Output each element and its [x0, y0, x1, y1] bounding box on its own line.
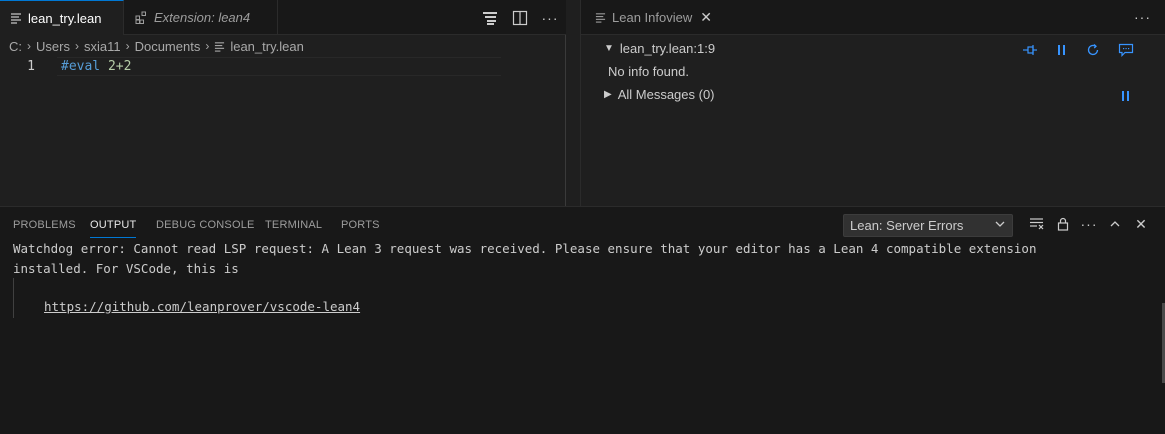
- all-messages-label: All Messages (0): [617, 87, 715, 102]
- infoview-tab-bar: Lean Infoview ✕ ···: [581, 0, 1165, 35]
- tab-label: Lean Infoview: [612, 10, 693, 25]
- triangle-right-icon: ▶: [604, 89, 612, 100]
- tab-label: Extension: lean4: [154, 10, 251, 25]
- chevron-right-icon: ›: [74, 39, 79, 53]
- code-line[interactable]: 1 #eval 2+2: [0, 57, 566, 76]
- goal-location: lean_try.lean:1:9: [619, 41, 716, 56]
- breadcrumb-item[interactable]: C:: [9, 39, 22, 54]
- tab-terminal[interactable]: TERMINAL: [265, 207, 322, 242]
- editor-group: lean_try.lean Extension: lean4 ··· C: › …: [0, 0, 566, 206]
- editor-tab-bar: lean_try.lean Extension: lean4 ···: [0, 0, 566, 35]
- pin-icon[interactable]: [1021, 41, 1039, 59]
- indent-guide: [13, 278, 14, 318]
- bottom-panel: PROBLEMS OUTPUT DEBUG CONSOLE TERMINAL P…: [0, 206, 1165, 434]
- keyword-token: #eval: [61, 59, 101, 74]
- breadcrumb-item[interactable]: lean_try.lean: [230, 39, 303, 54]
- code-editor[interactable]: 1 #eval 2+2: [0, 57, 566, 206]
- line-number: 1: [27, 59, 35, 74]
- output-channel-select[interactable]: Lean: Server Errors: [843, 214, 1013, 237]
- split-editor-icon[interactable]: [512, 10, 528, 26]
- breadcrumb: C: › Users › sxia11 › Documents › lean_t…: [0, 35, 566, 57]
- tab-lean-try[interactable]: lean_try.lean: [0, 0, 124, 35]
- channel-value: Lean: Server Errors: [850, 218, 964, 233]
- breadcrumb-item[interactable]: Documents: [135, 39, 201, 54]
- editor-actions: ···: [482, 0, 558, 35]
- breadcrumb-item[interactable]: Users: [36, 39, 70, 54]
- close-icon[interactable]: ✕: [1133, 216, 1149, 232]
- lines-icon: [595, 12, 606, 23]
- extensions-icon: [134, 11, 148, 25]
- clear-output-icon[interactable]: [1029, 216, 1045, 232]
- infoview-toggle-icon[interactable]: [482, 10, 498, 26]
- lines-icon: [10, 11, 22, 25]
- panel-actions: ··· ✕: [1029, 216, 1149, 232]
- tab-debug-console[interactable]: DEBUG CONSOLE: [156, 207, 255, 242]
- infoview-panel: Lean Infoview ✕ ··· ▼ lean_try.lean:1:9 …: [580, 0, 1165, 206]
- breadcrumb-item[interactable]: sxia11: [84, 39, 121, 54]
- goal-section-header[interactable]: ▼ lean_try.lean:1:9: [604, 41, 715, 56]
- pause-icon[interactable]: [1117, 87, 1135, 105]
- tab-lean-infoview[interactable]: Lean Infoview ✕: [581, 0, 722, 35]
- all-messages-header[interactable]: ▶ All Messages (0): [604, 87, 715, 102]
- code-text: #eval 2+2: [61, 57, 131, 76]
- lines-icon: [214, 41, 225, 52]
- chevron-down-icon: [994, 218, 1006, 233]
- comment-icon[interactable]: [1117, 41, 1135, 59]
- tab-problems[interactable]: PROBLEMS: [13, 207, 76, 242]
- close-icon[interactable]: ✕: [700, 9, 712, 26]
- chevron-right-icon: ›: [205, 39, 210, 53]
- chevron-up-icon[interactable]: [1107, 216, 1123, 232]
- tab-extension-lean4[interactable]: Extension: lean4: [124, 0, 278, 35]
- refresh-icon[interactable]: [1084, 41, 1102, 59]
- tab-ports[interactable]: PORTS: [341, 207, 380, 242]
- triangle-down-icon: ▼: [604, 43, 614, 54]
- chevron-right-icon: ›: [27, 39, 31, 53]
- panel-tab-bar: PROBLEMS OUTPUT DEBUG CONSOLE TERMINAL P…: [0, 207, 1165, 242]
- output-log[interactable]: Watchdog error: Cannot read LSP request:…: [13, 239, 1153, 278]
- chevron-right-icon: ›: [125, 39, 130, 53]
- more-actions-icon[interactable]: ···: [1134, 9, 1151, 25]
- tab-label: lean_try.lean: [28, 10, 102, 26]
- no-info-text: No info found.: [608, 64, 689, 79]
- tab-output[interactable]: OUTPUT: [90, 207, 137, 242]
- lock-icon[interactable]: [1055, 216, 1071, 232]
- pause-icon[interactable]: [1053, 41, 1071, 59]
- editor-scrollbar[interactable]: [565, 35, 566, 206]
- output-link[interactable]: https://github.com/leanprover/vscode-lea…: [44, 297, 360, 317]
- more-actions-icon[interactable]: ···: [542, 10, 558, 26]
- infoview-content: ▼ lean_try.lean:1:9 No info found. ▶ All…: [581, 35, 1165, 206]
- more-actions-icon[interactable]: ···: [1081, 216, 1097, 232]
- number-token: 2+2: [107, 59, 132, 74]
